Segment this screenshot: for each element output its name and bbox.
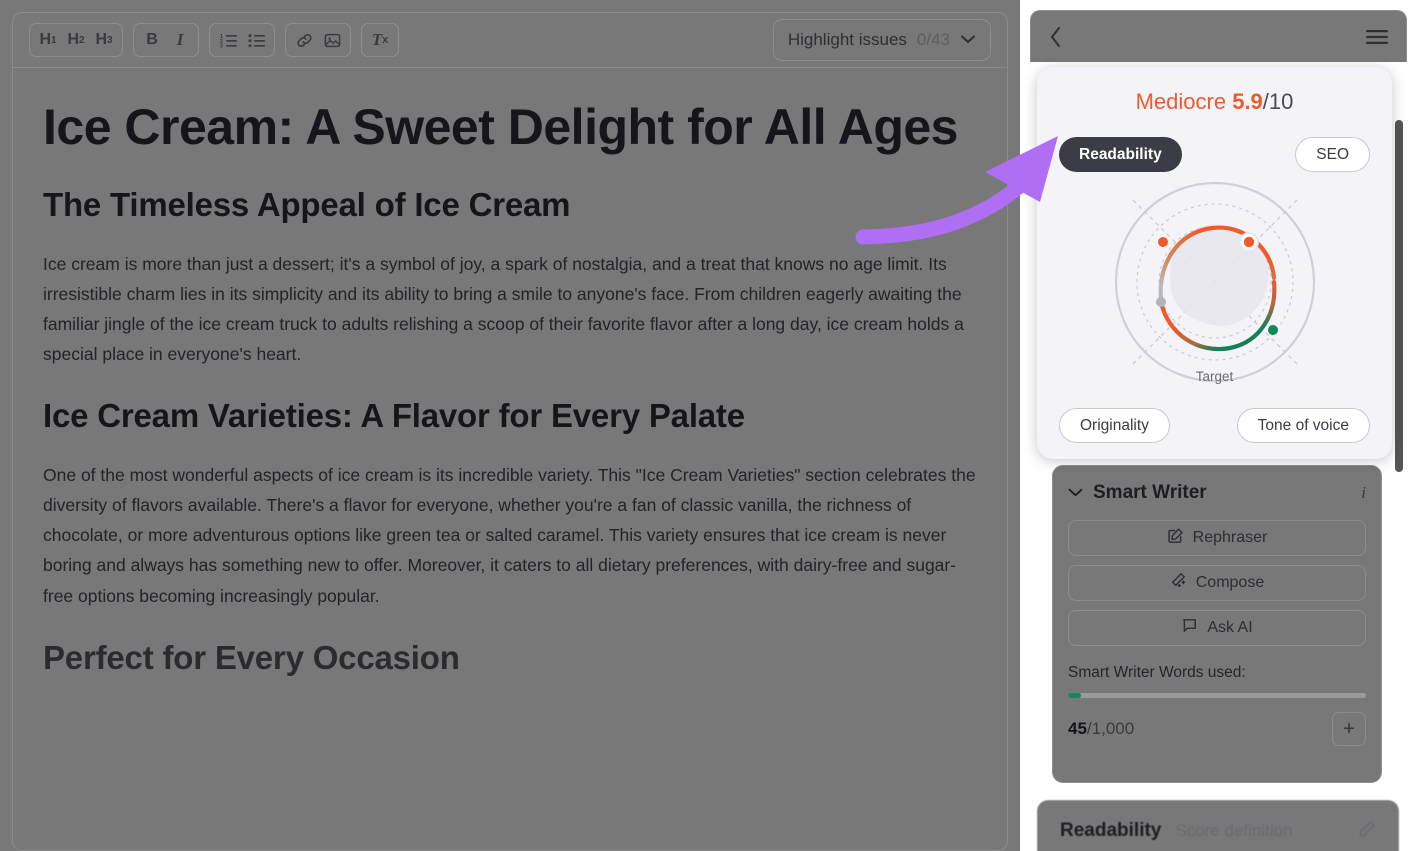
- score-value: 5.9: [1232, 89, 1263, 114]
- score-definition-link[interactable]: Score definition: [1175, 821, 1292, 841]
- chevron-down-icon: [960, 31, 976, 49]
- image-icon[interactable]: [318, 26, 346, 54]
- content-score-card: Mediocre 5.9/10 Readability SEO Target O…: [1037, 67, 1392, 459]
- heading-button-group: H1 H2 H3: [29, 23, 123, 57]
- highlight-issues-count: 0/43: [916, 30, 950, 49]
- smart-writer-footer: 45/1,000 +: [1068, 712, 1366, 746]
- score-verdict: Mediocre: [1135, 89, 1227, 114]
- bold-button[interactable]: B: [138, 26, 166, 54]
- h2-sub: 2: [79, 34, 85, 46]
- edit-square-icon: [1167, 527, 1184, 549]
- section-heading-3: Perfect for Every Occasion: [43, 638, 460, 676]
- magic-wand-icon: [1170, 572, 1187, 594]
- tab-originality[interactable]: Originality: [1059, 408, 1170, 443]
- h1-label: H: [39, 31, 51, 48]
- text-style-group: B I: [133, 23, 199, 57]
- h1-button[interactable]: H1: [34, 26, 62, 54]
- h2-button[interactable]: H2: [62, 26, 90, 54]
- words-used: 45: [1068, 719, 1087, 738]
- progress-fill: [1068, 693, 1082, 698]
- add-words-button[interactable]: +: [1332, 712, 1366, 746]
- side-panel-scrollbar-track[interactable]: [1394, 22, 1404, 849]
- side-panel-scrollbar-thumb[interactable]: [1395, 120, 1403, 472]
- ask-ai-button[interactable]: Ask AI: [1068, 610, 1366, 646]
- words-limit: /1,000: [1086, 719, 1135, 738]
- radar-point-originality: [1155, 297, 1166, 307]
- tab-seo[interactable]: SEO: [1295, 137, 1370, 172]
- h2-label: H: [67, 31, 79, 48]
- smart-writer-title: Smart Writer: [1093, 482, 1207, 503]
- tab-readability[interactable]: Readability: [1059, 137, 1182, 172]
- score-tabs-bottom: Originality Tone of voice: [1059, 408, 1370, 443]
- section-heading-2: Ice Cream Varieties: A Flavor for Every …: [43, 397, 745, 435]
- chevron-down-icon[interactable]: [1068, 484, 1083, 502]
- pencil-icon[interactable]: [1358, 820, 1376, 843]
- smart-writer-progress-bar: [1068, 693, 1366, 698]
- ask-ai-label: Ask AI: [1207, 619, 1253, 636]
- editor-card: H1 H2 H3 B I 123 T x Highlight issues 0/…: [12, 12, 1008, 851]
- insert-group: [285, 23, 351, 57]
- info-icon[interactable]: i: [1361, 483, 1366, 503]
- side-panel-header: [1030, 10, 1407, 62]
- clear-formatting-icon[interactable]: Tx: [366, 26, 394, 54]
- score-tabs-top: Readability SEO: [1059, 137, 1370, 172]
- rephraser-label: Rephraser: [1192, 529, 1268, 546]
- compose-button[interactable]: Compose: [1068, 565, 1366, 601]
- smart-writer-section: Smart Writer i Rephraser Compose Ask AI …: [1052, 465, 1382, 783]
- h3-sub: 3: [107, 34, 113, 46]
- h3-label: H: [95, 31, 107, 48]
- link-icon[interactable]: [290, 26, 318, 54]
- app-root: H1 H2 H3 B I 123 T x Highlight issues 0/…: [0, 0, 1417, 851]
- clear-format-group: Tx: [361, 23, 399, 57]
- rephraser-button[interactable]: Rephraser: [1068, 520, 1366, 556]
- italic-button[interactable]: I: [166, 26, 194, 54]
- svg-text:3: 3: [220, 43, 223, 48]
- ordered-list-icon[interactable]: 123: [214, 26, 242, 54]
- radar-point-tone: [1267, 325, 1278, 335]
- smart-writer-header: Smart Writer i: [1068, 482, 1366, 504]
- document-body[interactable]: Ice Cream: A Sweet Delight for All Ages …: [13, 68, 1007, 850]
- paragraph-2: One of the most wonderful aspects of ice…: [43, 465, 976, 606]
- smart-writer-usage: 45/1,000: [1068, 719, 1134, 739]
- editor-pane: H1 H2 H3 B I 123 T x Highlight issues 0/…: [0, 0, 1020, 851]
- h1-sub: 1: [51, 34, 57, 46]
- readability-strip-title: Readability: [1060, 820, 1162, 841]
- bullet-list-icon[interactable]: [242, 26, 270, 54]
- target-label: Target: [1195, 369, 1234, 384]
- clear-format-label: T: [371, 30, 383, 49]
- readability-definition-strip: Readability Score definition: [1037, 800, 1399, 851]
- tab-tone-of-voice[interactable]: Tone of voice: [1236, 408, 1370, 443]
- chevron-left-icon[interactable]: [1049, 26, 1062, 48]
- paragraph-1: Ice cream is more than just a dessert; i…: [43, 253, 964, 365]
- smart-writer-words-label: Smart Writer Words used:: [1068, 664, 1246, 681]
- list-group: 123: [209, 23, 275, 57]
- hamburger-menu-icon[interactable]: [1366, 29, 1388, 45]
- chat-bubble-icon: [1181, 617, 1198, 639]
- radar-point-seo: [1243, 236, 1254, 248]
- clear-format-sub: x: [382, 34, 389, 46]
- document-title: Ice Cream: A Sweet Delight for All Ages: [43, 99, 958, 155]
- highlight-issues-label: Highlight issues: [787, 30, 907, 49]
- radar-point-readability: [1157, 237, 1168, 247]
- radar-chart: Target: [1059, 178, 1370, 406]
- highlight-issues-dropdown[interactable]: Highlight issues 0/43: [772, 19, 991, 61]
- side-panel: Mediocre 5.9/10 Readability SEO Target O…: [1030, 10, 1407, 851]
- compose-label: Compose: [1195, 574, 1265, 591]
- overall-score: Mediocre 5.9/10: [1059, 89, 1370, 115]
- section-heading-1: The Timeless Appeal of Ice Cream: [43, 186, 571, 223]
- score-max: /10: [1262, 89, 1294, 114]
- editor-toolbar: H1 H2 H3 B I 123 T x Highlight issues 0/…: [13, 13, 1007, 68]
- h3-button[interactable]: H3: [90, 26, 118, 54]
